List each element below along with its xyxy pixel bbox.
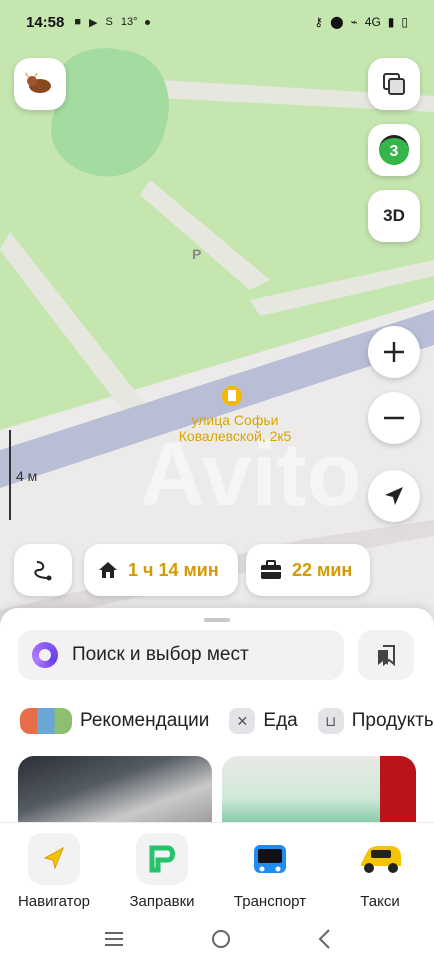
layers-icon — [383, 73, 405, 95]
search-bar[interactable]: Поиск и выбор мест — [18, 630, 344, 680]
home-circle-icon[interactable] — [210, 928, 232, 950]
scale-bar — [9, 430, 11, 520]
bookmark-icon — [378, 645, 395, 666]
briefcase-icon — [261, 560, 281, 579]
nav-transport[interactable]: Транспорт — [220, 833, 320, 910]
cola-bottle-image — [380, 756, 416, 826]
recent-apps-icon[interactable] — [103, 930, 125, 948]
recommendations-icon — [20, 708, 72, 734]
nav-taxi[interactable]: Такси — [330, 833, 430, 910]
work-route-time: 22 мин — [292, 559, 353, 580]
route-button[interactable] — [14, 544, 72, 596]
home-route-time: 1 ч 14 мин — [128, 559, 219, 580]
navigation-arrow-icon — [385, 487, 403, 505]
minus-icon — [384, 416, 404, 420]
location-icon: ⬤ — [330, 15, 344, 29]
layers-button[interactable] — [368, 58, 420, 110]
navigator-icon — [28, 833, 80, 885]
traffic-button[interactable]: 3 — [368, 124, 420, 176]
route-icon — [34, 561, 52, 581]
home-icon — [99, 562, 117, 578]
avatar-icon — [25, 72, 51, 93]
plus-icon — [384, 342, 404, 362]
category-row: Рекомендации ✕ Еда ⊔ Продукты — [20, 704, 434, 738]
temperature-label: 13° — [120, 16, 138, 28]
nav-label: Транспорт — [233, 893, 307, 910]
category-label: Рекомендации — [80, 710, 210, 731]
category-label: Продукты — [351, 710, 434, 731]
poi-address-label[interactable]: улица Софьи Ковалевской, 2к5 — [160, 412, 310, 444]
nav-navigator[interactable]: Навигатор — [4, 833, 104, 910]
profile-avatar-button[interactable] — [14, 58, 66, 110]
home-route-chip[interactable]: 1 ч 14 мин — [84, 544, 238, 596]
system-navigation-bar — [0, 918, 434, 960]
zoom-out-button[interactable] — [368, 392, 420, 444]
back-chevron-icon[interactable] — [317, 928, 331, 950]
bus-icon — [244, 833, 296, 885]
network-label: 4G — [364, 15, 381, 29]
more-notifications-dot — [145, 19, 151, 25]
fork-knife-icon: ✕ — [229, 708, 256, 734]
app-s-icon: S — [105, 16, 113, 28]
bookmarks-button[interactable] — [358, 630, 414, 680]
signal-icon: ▮ — [387, 15, 395, 29]
sheet-handle[interactable] — [204, 618, 230, 622]
nav-label: Навигатор — [17, 893, 91, 910]
nav-gas-stations[interactable]: Заправки — [112, 833, 212, 910]
battery-icon: ▯ — [401, 15, 408, 29]
status-bar: 14:58 ■ ▶ S 13° ⚷ ⬤ ⌁ 4G ▮ ▯ — [0, 0, 434, 44]
nav-label: Такси — [360, 893, 400, 910]
gas-station-icon — [136, 833, 188, 885]
my-location-button[interactable] — [368, 470, 420, 522]
category-groceries[interactable]: ⊔ Продукты — [317, 708, 434, 734]
scale-label: 4 м — [16, 468, 38, 484]
work-route-chip[interactable]: 22 мин — [246, 544, 370, 596]
3d-button[interactable]: 3D — [368, 190, 420, 242]
bottom-navigation: Навигатор Заправки Транспорт Такси — [0, 822, 434, 918]
search-placeholder: Поиск и выбор мест — [72, 644, 249, 665]
basket-icon: ⊔ — [317, 708, 344, 734]
key-icon: ⚷ — [314, 15, 324, 29]
taxi-car-icon — [354, 833, 406, 885]
zoom-in-button[interactable] — [368, 326, 420, 378]
notification-icon: ■ — [74, 16, 82, 28]
parking-marker[interactable]: P — [192, 246, 201, 262]
youtube-icon: ▶ — [89, 16, 98, 29]
nav-label: Заправки — [129, 893, 195, 910]
traffic-level-badge: 3 — [379, 135, 409, 165]
category-recommendations[interactable]: Рекомендации — [20, 708, 209, 734]
place-card-photo[interactable] — [18, 756, 212, 826]
alice-assistant-icon[interactable] — [32, 642, 58, 668]
status-time: 14:58 — [26, 13, 65, 31]
category-food[interactable]: ✕ Еда — [229, 708, 298, 734]
volte-icon: ⌁ — [350, 15, 358, 29]
place-card-photo[interactable] — [222, 756, 416, 826]
category-label: Еда — [263, 710, 298, 731]
status-right: ⚷ ⬤ ⌁ 4G ▮ ▯ — [314, 15, 408, 29]
